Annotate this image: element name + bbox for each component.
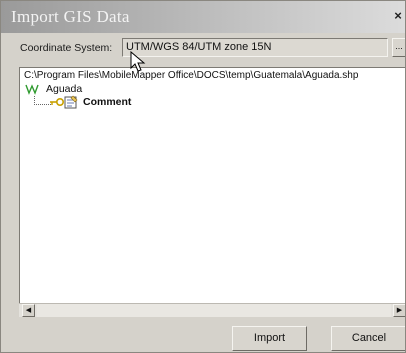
mouse-cursor-icon bbox=[130, 51, 146, 72]
close-icon[interactable]: × bbox=[392, 8, 404, 24]
cancel-button[interactable]: Cancel bbox=[331, 326, 405, 351]
coordinate-system-browse-button[interactable]: ... bbox=[392, 38, 405, 57]
title-bar[interactable]: Import GIS Data × bbox=[1, 1, 405, 33]
import-button[interactable]: Import bbox=[232, 326, 307, 351]
window-title: Import GIS Data bbox=[11, 7, 130, 26]
layer-tree[interactable]: C:\Program Files\MobileMapper Office\DOC… bbox=[19, 67, 405, 317]
horizontal-scrollbar[interactable]: ◀ ▶ bbox=[19, 303, 405, 317]
field-icon bbox=[64, 95, 78, 109]
coordinate-system-field[interactable]: UTM/WGS 84/UTM zone 15N bbox=[122, 38, 388, 57]
polyline-layer-icon bbox=[25, 84, 39, 95]
key-icon bbox=[50, 98, 64, 106]
scroll-thumb[interactable] bbox=[37, 304, 391, 317]
layer-label[interactable]: Aguada bbox=[46, 83, 82, 95]
field-label[interactable]: Comment bbox=[83, 96, 131, 108]
scroll-right-button[interactable]: ▶ bbox=[393, 304, 405, 317]
file-path: C:\Program Files\MobileMapper Office\DOC… bbox=[24, 70, 359, 81]
import-gis-data-dialog: Import GIS Data × Coordinate System: UTM… bbox=[0, 0, 406, 353]
coordinate-system-label: Coordinate System: bbox=[20, 42, 113, 54]
tree-connector bbox=[34, 96, 51, 105]
scroll-left-button[interactable]: ◀ bbox=[22, 304, 35, 317]
